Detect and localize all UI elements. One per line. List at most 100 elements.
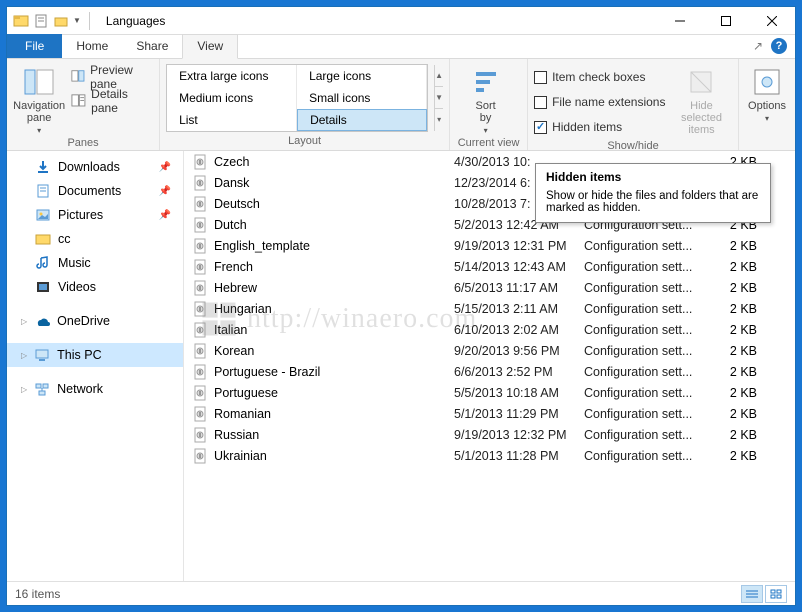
nav-videos[interactable]: Videos [7,275,183,299]
file-icon [192,364,208,380]
file-icon [192,280,208,296]
titlebar: ▼ Languages [7,7,795,35]
file-row[interactable]: Hebrew6/5/2013 11:17 AMConfiguration set… [184,277,795,298]
file-date: 5/14/2013 12:43 AM [454,260,584,274]
nav-music[interactable]: Music [7,251,183,275]
file-row[interactable]: Ukrainian5/1/2013 11:28 PMConfiguration … [184,445,795,466]
layout-large[interactable]: Large icons [297,65,427,87]
details-pane-button[interactable]: Details pane [71,90,153,112]
file-name: Czech [214,155,454,169]
layout-extra-large[interactable]: Extra large icons [167,65,297,87]
file-type: Configuration sett... [584,386,719,400]
item-check-boxes-toggle[interactable]: Item check boxes [534,66,665,88]
ribbon: Navigation pane Preview pane Details pan… [7,59,795,151]
app-icon [13,13,29,29]
file-row[interactable]: Korean9/20/2013 9:56 PMConfiguration set… [184,340,795,361]
file-row[interactable]: Italian6/10/2013 2:02 AMConfiguration se… [184,319,795,340]
navigation-pane-button[interactable]: Navigation pane [13,62,65,135]
file-size: 2 KB [719,428,769,442]
chevron-up-icon[interactable]: ▲ [435,65,443,87]
layout-details[interactable]: Details [297,109,427,131]
qat-properties-icon[interactable] [33,13,49,29]
file-type: Configuration sett... [584,239,719,253]
nav-downloads[interactable]: Downloads📌 [7,155,183,179]
layout-scroll[interactable]: ▲ ▼ ▾ [434,65,443,131]
nav-onedrive[interactable]: ▷OneDrive [7,309,183,333]
file-date: 5/15/2013 2:11 AM [454,302,584,316]
view-large-icons-button[interactable] [765,585,787,603]
file-name: Dansk [214,176,454,190]
tooltip-title: Hidden items [546,170,760,184]
group-current-view: Sort by Current view [450,59,528,150]
chevron-more-icon[interactable]: ▾ [435,109,443,130]
file-row[interactable]: Russian9/19/2013 12:32 PMConfiguration s… [184,424,795,445]
file-name: Deutsch [214,197,454,211]
group-show-hide: Item check boxes File name extensions Hi… [528,59,739,150]
qat-newfolder-icon[interactable] [53,13,69,29]
checkbox-icon [534,71,547,84]
file-date: 6/10/2013 2:02 AM [454,323,584,337]
file-type: Configuration sett... [584,281,719,295]
file-row[interactable]: Hungarian5/15/2013 2:11 AMConfiguration … [184,298,795,319]
sort-by-button[interactable]: Sort by [456,62,515,135]
nav-documents[interactable]: Documents📌 [7,179,183,203]
file-icon [192,217,208,233]
group-layout: Extra large icons Large icons Medium ico… [160,59,450,150]
navigation-pane[interactable]: Downloads📌 Documents📌 Pictures📌 cc Music… [7,151,184,581]
window-title: Languages [106,14,165,28]
file-date: 6/6/2013 2:52 PM [454,365,584,379]
file-name-extensions-toggle[interactable]: File name extensions [534,91,665,113]
file-type: Configuration sett... [584,365,719,379]
nav-cc[interactable]: cc [7,227,183,251]
file-size: 2 KB [719,386,769,400]
tooltip-body: Show or hide the files and folders that … [546,190,760,214]
view-details-button[interactable] [741,585,763,603]
nav-this-pc[interactable]: ▷This PC [7,343,183,367]
close-button[interactable] [749,7,795,35]
layout-small[interactable]: Small icons [297,87,427,109]
file-type: Configuration sett... [584,323,719,337]
preview-pane-button[interactable]: Preview pane [71,66,153,88]
file-date: 6/5/2013 11:17 AM [454,281,584,295]
file-name: Korean [214,344,454,358]
nav-pictures[interactable]: Pictures📌 [7,203,183,227]
collapse-ribbon-icon[interactable]: ↗ [753,39,763,53]
file-icon [192,238,208,254]
tab-file[interactable]: File [7,34,62,58]
file-size: 2 KB [719,260,769,274]
file-name: English_template [214,239,454,253]
file-row[interactable]: French5/14/2013 12:43 AMConfiguration se… [184,256,795,277]
tab-home[interactable]: Home [62,35,122,58]
file-row[interactable]: Portuguese5/5/2013 10:18 AMConfiguration… [184,382,795,403]
file-date: 9/19/2013 12:31 PM [454,239,584,253]
file-date: 5/5/2013 10:18 AM [454,386,584,400]
file-type: Configuration sett... [584,428,719,442]
minimize-button[interactable] [657,7,703,35]
layout-medium[interactable]: Medium icons [167,87,297,109]
file-date: 5/1/2013 11:29 PM [454,407,584,421]
nav-network[interactable]: ▷Network [7,377,183,401]
file-icon [192,301,208,317]
help-icon[interactable]: ? [771,38,787,54]
chevron-down-icon[interactable]: ▼ [435,87,443,109]
hide-selected-button[interactable]: Hide selected items [671,62,731,136]
tab-view[interactable]: View [182,34,238,59]
file-size: 2 KB [719,407,769,421]
layout-list[interactable]: List [167,109,297,131]
file-icon [192,259,208,275]
file-row[interactable]: Romanian5/1/2013 11:29 PMConfiguration s… [184,403,795,424]
maximize-button[interactable] [703,7,749,35]
options-button[interactable]: Options [745,62,789,123]
checkbox-icon [534,96,547,109]
layout-gallery[interactable]: Extra large icons Large icons Medium ico… [166,64,428,132]
item-count: 16 items [15,587,60,601]
file-name: Romanian [214,407,454,421]
file-row[interactable]: English_template9/19/2013 12:31 PMConfig… [184,235,795,256]
hidden-items-toggle[interactable]: Hidden items [534,116,665,138]
file-row[interactable]: Portuguese - Brazil6/6/2013 2:52 PMConfi… [184,361,795,382]
qat-dropdown-icon[interactable]: ▼ [73,16,81,25]
file-size: 2 KB [719,344,769,358]
tab-share[interactable]: Share [122,35,182,58]
file-date: 9/19/2013 12:32 PM [454,428,584,442]
file-icon [192,385,208,401]
